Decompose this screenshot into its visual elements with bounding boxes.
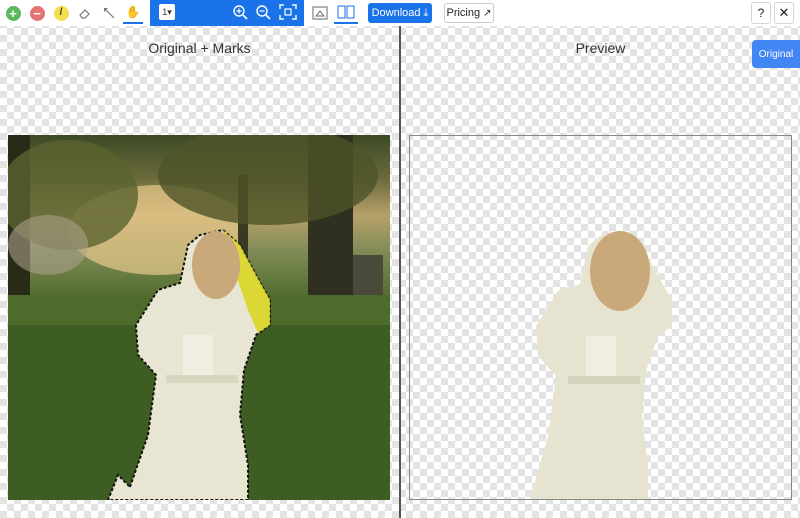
split-view-button[interactable]: [334, 2, 358, 24]
zoom-out-button[interactable]: [255, 4, 271, 20]
close-icon: ✕: [778, 5, 790, 20]
original-toggle-button[interactable]: Original: [752, 40, 800, 68]
external-link-icon: ↗: [483, 7, 492, 19]
original-photo: [8, 135, 390, 500]
preview-canvas[interactable]: [409, 135, 792, 500]
pencil-icon: /: [53, 5, 69, 21]
zoom-in-button[interactable]: [232, 4, 248, 20]
hand-icon: ✋: [125, 5, 141, 19]
minus-circle-icon: −: [29, 5, 45, 21]
pricing-button[interactable]: Pricing ↗: [444, 3, 494, 23]
eraser-button[interactable]: [76, 2, 94, 24]
download-icon: ⤓: [423, 6, 429, 19]
help-icon: ?: [757, 6, 765, 20]
zoom-out-icon: [256, 5, 271, 20]
split-view-icon: [337, 5, 355, 19]
right-panel-title: Preview: [575, 40, 626, 56]
download-label: Download: [371, 7, 421, 19]
fit-screen-button[interactable]: [279, 4, 297, 20]
add-mark-button[interactable]: +: [4, 2, 22, 24]
close-button[interactable]: ✕: [774, 2, 794, 24]
pan-button[interactable]: ✋: [123, 2, 143, 24]
view-controls: 1 ▾: [150, 0, 304, 26]
panel-divider[interactable]: [399, 26, 401, 518]
toolbar: + − / ✋ 1 ▾ Download ⤓ Pricing ↗ ? ✕: [0, 0, 800, 26]
download-button[interactable]: Download ⤓: [368, 3, 432, 23]
single-view-button[interactable]: [310, 2, 330, 24]
lasso-button[interactable]: [100, 2, 118, 24]
pricing-label: Pricing: [446, 7, 481, 19]
help-button[interactable]: ?: [751, 2, 771, 24]
plus-circle-icon: +: [5, 5, 21, 21]
original-image-canvas[interactable]: [8, 135, 390, 500]
pencil-button[interactable]: /: [52, 2, 70, 24]
brush-size-value: 1: [162, 7, 168, 17]
brush-size-select[interactable]: 1 ▾: [159, 4, 175, 20]
preview-cutout: [530, 231, 672, 499]
lasso-icon: [103, 7, 115, 19]
single-view-icon: [312, 6, 328, 20]
left-panel-title: Original + Marks: [148, 40, 251, 56]
remove-mark-button[interactable]: −: [28, 2, 46, 24]
zoom-in-icon: [233, 5, 248, 20]
eraser-icon: [79, 9, 90, 19]
fit-screen-icon: [279, 4, 297, 20]
